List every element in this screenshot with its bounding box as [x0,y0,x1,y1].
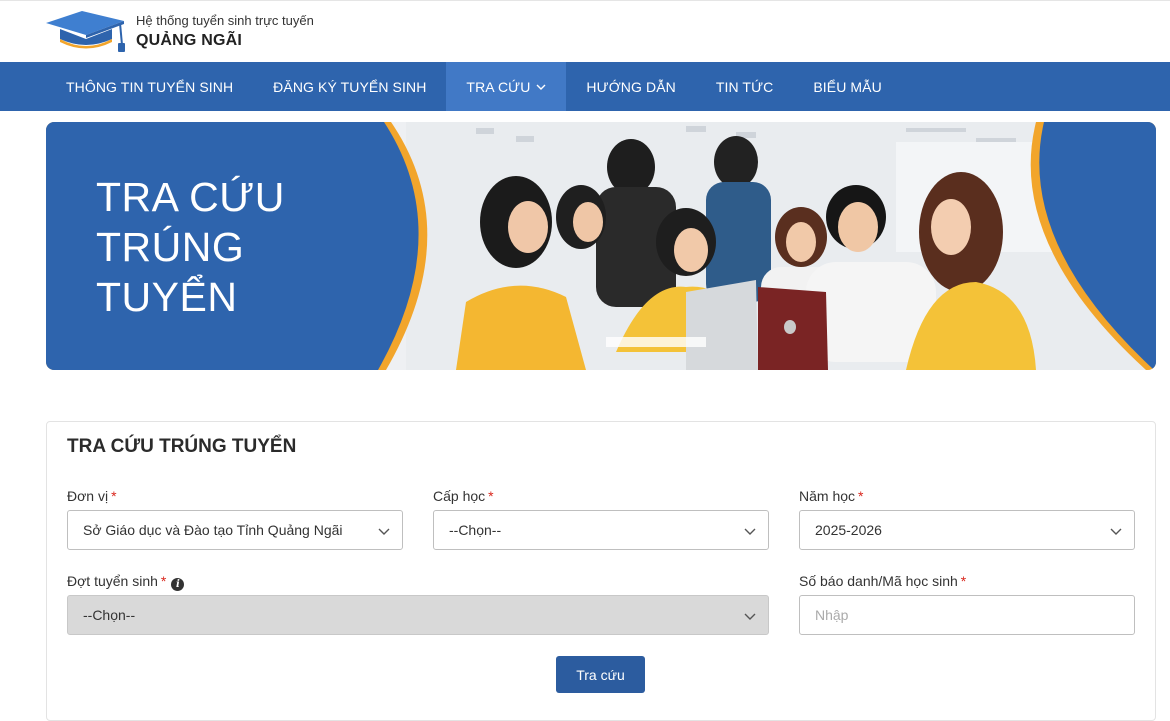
nav-item-label: ĐĂNG KÝ TUYỂN SINH [273,78,427,95]
nav-item-label: HƯỚNG DẪN [586,78,676,95]
don-vi-select[interactable]: Sở Giáo dục và Đào tạo Tỉnh Quảng Ngãi [67,510,403,550]
chevron-down-icon [536,84,546,90]
hero-banner: TRA CỨU TRÚNG TUYỂN [46,122,1156,370]
tra-cuu-button[interactable]: Tra cứu [556,656,645,693]
chevron-down-icon [744,528,756,535]
so-bao-danh-input[interactable] [799,595,1135,635]
brand-subtitle: Hệ thống tuyển sinh trực tuyến [136,13,314,28]
chevron-down-icon [744,613,756,620]
required-mark: * [160,573,167,589]
nav-item-tra-cuu[interactable]: TRA CỨU [446,62,567,111]
chevron-down-icon [378,528,390,535]
don-vi-label: Đơn vị * [67,488,117,504]
dot-tuyen-sinh-label: Đợt tuyển sinh * i [67,573,185,591]
banner-title-line: TRA CỨU [96,174,285,220]
required-mark: * [858,488,864,504]
label-text: Đợt tuyển sinh [67,573,158,589]
form-title: TRA CỨU TRÚNG TUYỂN [67,436,297,457]
nav-item-label: BIỂU MẪU [813,78,882,95]
graduation-cap-logo-icon[interactable] [46,9,128,55]
chevron-down-icon [1110,528,1122,535]
required-mark: * [111,488,117,504]
select-value: --Chọn-- [449,522,502,538]
label-text: Cấp học [433,488,486,504]
banner-title-line: TUYỂN [96,274,238,320]
nav-item-thong-tin-tuyen-sinh[interactable]: THÔNG TIN TUYỂN SINH [46,62,253,111]
cap-hoc-label: Cấp học * [433,488,494,504]
info-icon[interactable]: i [171,578,185,591]
nav-item-tin-tuc[interactable]: TIN TỨC [696,62,794,111]
cap-hoc-select[interactable]: --Chọn-- [433,510,769,550]
required-mark: * [960,573,967,589]
dot-tuyen-sinh-select[interactable]: --Chọn-- [67,595,769,635]
nav-item-dang-ky-tuyen-sinh[interactable]: ĐĂNG KÝ TUYỂN SINH [253,62,446,111]
banner-title: TRA CỨU TRÚNG TUYỂN [96,172,285,322]
nav-item-label: TIN TỨC [715,78,774,95]
brand-name: QUẢNG NGÃI [136,32,242,49]
main-nav: THÔNG TIN TUYỂN SINH ĐĂNG KÝ TUYỂN SINH … [0,62,1170,111]
nav-item-bieu-mau[interactable]: BIỂU MẪU [793,62,901,111]
nam-hoc-select[interactable]: 2025-2026 [799,510,1135,550]
required-mark: * [488,488,494,504]
label-text: Đơn vị [67,488,109,504]
nav-item-label: TRA CỨU [466,78,531,95]
select-value: 2025-2026 [815,522,882,538]
site-header: Hệ thống tuyển sinh trực tuyến QUẢNG NGÃ… [0,0,1170,62]
select-value: Sở Giáo dục và Đào tạo Tỉnh Quảng Ngãi [83,522,343,538]
nam-hoc-label: Năm học * [799,488,863,504]
banner-title-line: TRÚNG [96,224,245,270]
lookup-form-card: TRA CỨU TRÚNG TUYỂN Đơn vị * Sở Giáo dục … [46,421,1156,721]
label-text: Năm học [799,488,856,504]
nav-item-huong-dan[interactable]: HƯỚNG DẪN [566,62,695,111]
nav-item-label: THÔNG TIN TUYỂN SINH [66,78,234,95]
so-bao-danh-label: Số báo danh/Mã học sinh * [799,573,966,589]
select-value: --Chọn-- [83,607,136,623]
label-text: Số báo danh/Mã học sinh [799,573,958,589]
